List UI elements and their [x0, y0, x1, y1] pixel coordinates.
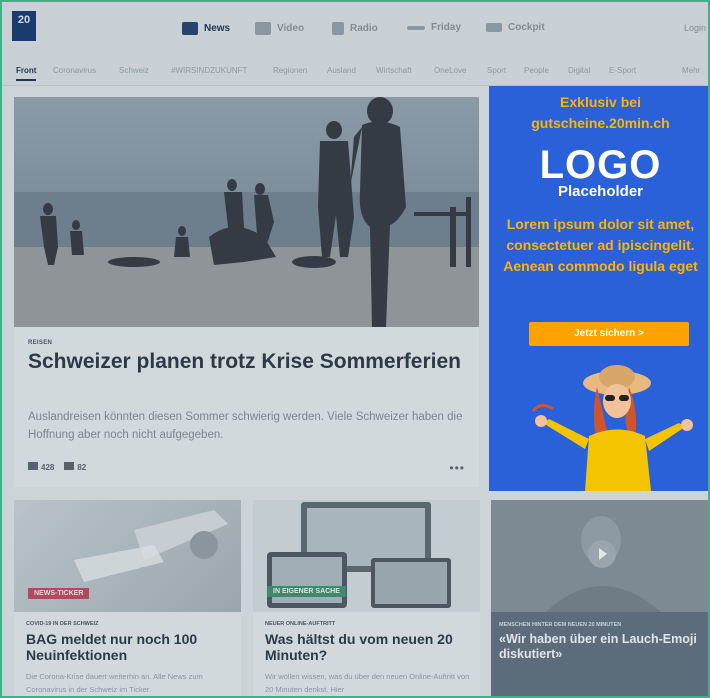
- card-headline[interactable]: Was hältst du vom neuen 20 Minuten?: [265, 631, 475, 663]
- subnav-regionen[interactable]: Regionen: [273, 66, 307, 75]
- woman-with-hat-illustration: [531, 365, 693, 491]
- card-headline[interactable]: BAG meldet nur noch 100 Neuinfektionen: [26, 631, 236, 663]
- play-button-icon[interactable]: [588, 540, 616, 568]
- logo-text: 20: [17, 14, 31, 26]
- nav-news[interactable]: News: [182, 22, 230, 35]
- nav-video[interactable]: Video: [255, 22, 304, 35]
- ad-cta-button[interactable]: Jetzt sichern >: [529, 322, 689, 346]
- subnav-coronavirus[interactable]: Coronavirus: [53, 66, 96, 75]
- hero-reactions: 428 82: [28, 462, 86, 472]
- cockpit-icon: [486, 23, 502, 32]
- subnav-more[interactable]: Mehr: [682, 66, 700, 75]
- login-link[interactable]: Login: [684, 23, 706, 33]
- video-play-icon: [255, 22, 271, 35]
- beach-people-illustration: [40, 97, 471, 327]
- subnav-sport[interactable]: Sport: [487, 66, 506, 75]
- hero-kicker: REISEN: [28, 340, 53, 346]
- radio-icon: [332, 22, 344, 35]
- top-navigation: 20 News Video Radio Friday Cockpit Login: [2, 2, 708, 58]
- video-kicker: MENSCHEN HINTER DEM NEUEN 20 MINUTEN: [499, 622, 622, 628]
- friday-icon: [407, 25, 425, 30]
- nav-friday-label: Friday: [431, 22, 462, 33]
- nav-video-label: Video: [277, 23, 305, 34]
- video-headline[interactable]: «Wir haben über ein Lauch-Emoji diskutie…: [499, 632, 708, 662]
- card-text: Wir wollen wissen, was du über den neuen…: [265, 672, 470, 694]
- hero-lead: Auslandreisen könnten diesen Sommer schw…: [28, 411, 463, 441]
- subnav-schweiz[interactable]: Schweiz: [119, 66, 149, 75]
- subnav-onelove[interactable]: OneLove: [434, 66, 466, 75]
- thumbs-up-icon: [28, 462, 38, 470]
- subnav-wirsindzukunft[interactable]: #WIRSINDZUKUNFT: [171, 66, 247, 75]
- advertisement-banner[interactable]: Exklusiv bei gutscheine.20min.ch LOGO Pl…: [489, 86, 708, 491]
- ad-logo-placeholder: LOGO Placeholder: [489, 143, 708, 200]
- likes-count[interactable]: 428: [28, 462, 54, 472]
- ad-logo-small: Placeholder: [557, 183, 644, 200]
- news-ticker-tag: NEWS-TICKER: [28, 588, 90, 599]
- ad-logo-big: LOGO: [539, 143, 662, 187]
- nav-cockpit[interactable]: Cockpit: [486, 22, 545, 33]
- hero-article[interactable]: REISEN Schweizer planen trotz Krise Somm…: [14, 97, 479, 487]
- ad-body-text: Lorem ipsum dolor sit amet, consectetuer…: [503, 216, 698, 274]
- video-card[interactable]: MENSCHEN HINTER DEM NEUEN 20 MINUTEN «Wi…: [491, 500, 708, 696]
- ad-title: Exklusiv bei gutscheine.20min.ch: [531, 94, 670, 131]
- nav-news-label: News: [204, 23, 231, 34]
- site-logo[interactable]: 20: [12, 11, 36, 41]
- subnav-people[interactable]: People: [524, 66, 549, 75]
- shares-count[interactable]: 82: [64, 462, 86, 472]
- nav-radio[interactable]: Radio: [332, 22, 378, 35]
- subnav-digital[interactable]: Digital: [568, 66, 590, 75]
- subnav-wirtschaft[interactable]: Wirtschaft: [376, 66, 412, 75]
- nav-radio-label: Radio: [350, 23, 378, 34]
- article-card-in-eigener-sache[interactable]: IN EIGENER SACHE NEUER ONLINE-AUFTRITT W…: [253, 500, 480, 696]
- section-navigation: Front Coronavirus Schweiz #WIRSINDZUKUNF…: [2, 58, 708, 86]
- more-options-icon[interactable]: •••: [449, 461, 465, 475]
- in-eigener-sache-tag: IN EIGENER SACHE: [267, 586, 346, 597]
- subnav-front[interactable]: Front: [16, 66, 37, 81]
- card-kicker: NEUER ONLINE-AUFTRITT: [265, 621, 336, 627]
- card-kicker: COVID-19 IN DER SCHWEIZ: [26, 621, 99, 627]
- subnav-esport[interactable]: E-Sport: [609, 66, 636, 75]
- share-arrow-icon: [64, 462, 75, 470]
- hero-image-beach[interactable]: [14, 97, 479, 327]
- news-grid-icon: [182, 22, 198, 35]
- shares-value: 82: [77, 463, 87, 472]
- nav-cockpit-label: Cockpit: [508, 22, 545, 33]
- card-text: Die Corona-Krise dauert weiterhin an. Al…: [26, 672, 203, 694]
- subnav-ausland[interactable]: Ausland: [327, 66, 356, 75]
- page-frame: 20 News Video Radio Friday Cockpit Login…: [0, 0, 710, 698]
- hero-headline[interactable]: Schweizer planen trotz Krise Sommerferie…: [28, 350, 468, 374]
- nav-friday[interactable]: Friday: [407, 22, 461, 33]
- article-card-news-ticker[interactable]: NEWS-TICKER COVID-19 IN DER SCHWEIZ BAG …: [14, 500, 241, 696]
- likes-value: 428: [41, 463, 55, 472]
